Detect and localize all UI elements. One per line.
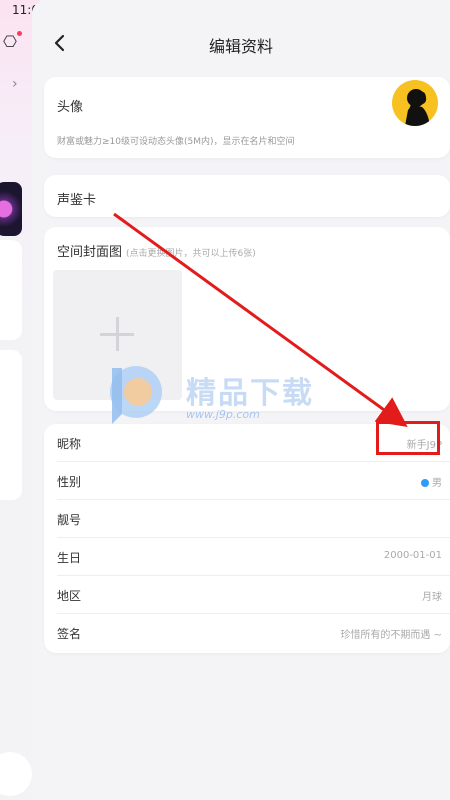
settings-icon[interactable]: ⎔ (3, 32, 17, 51)
field-row-signature[interactable]: 签名 珍惜所有的不期而遇 ~ (44, 614, 450, 652)
voice-card-row[interactable]: 声鉴卡 (44, 175, 450, 217)
field-row-pretty-id[interactable]: 靓号 (44, 500, 450, 538)
add-cover-image-button[interactable] (53, 270, 182, 400)
field-row-gender[interactable]: 性别 男 (44, 462, 450, 500)
field-row-birthday[interactable]: 生日 2000-01-01 (44, 538, 450, 576)
field-label: 地区 (57, 589, 82, 603)
field-value: 月球 (422, 592, 442, 603)
field-label: 昵称 (57, 437, 82, 451)
male-icon (421, 479, 429, 487)
field-value-wrap: 男 (421, 474, 442, 489)
field-label: 性别 (57, 475, 82, 489)
profile-fields-card: 昵称 新手J9P 性别 男 靓号 生日 2000-01-01 地区 月球 签名 … (44, 424, 450, 653)
avatar-label: 头像 (57, 100, 84, 115)
field-value: 2000-01-01 (383, 550, 442, 561)
header: 编辑资料 (32, 22, 450, 66)
background-card (0, 350, 22, 500)
cover-image-title: 空间封面图 (57, 245, 123, 260)
field-label: 签名 (57, 627, 82, 641)
field-label: 生日 (57, 551, 82, 565)
background-card (0, 240, 22, 340)
edit-profile-panel: 编辑资料 头像 财富或魅力≥10级可设动态头像(5M内)，显示在名片和空间 声鉴… (32, 0, 450, 800)
annotation-highlight-box (376, 421, 440, 455)
avatar-card[interactable]: 头像 财富或魅力≥10级可设动态头像(5M内)，显示在名片和空间 (44, 77, 450, 158)
cover-image-hint: (点击更换图片，共可以上传6张) (126, 249, 256, 259)
cover-image-card: 空间封面图 (点击更换图片，共可以上传6张) (44, 227, 450, 411)
chevron-right-icon[interactable]: › (12, 76, 18, 92)
cover-image-label: 空间封面图 (点击更换图片，共可以上传6张) (57, 241, 256, 260)
user-silhouette-icon (405, 89, 430, 126)
avatar-hint: 财富或魅力≥10级可设动态头像(5M内)，显示在名片和空间 (57, 137, 295, 147)
field-label: 靓号 (57, 513, 82, 527)
plus-icon (116, 317, 119, 351)
field-value: 珍惜所有的不期而遇 ~ (340, 630, 442, 641)
avatar[interactable] (392, 80, 438, 126)
field-value: 男 (432, 478, 442, 489)
page-title: 编辑资料 (208, 37, 273, 56)
notification-dot (17, 31, 22, 36)
field-row-region[interactable]: 地区 月球 (44, 576, 450, 614)
voice-card-label: 声鉴卡 (57, 193, 97, 208)
background-thumbnail (0, 182, 22, 236)
